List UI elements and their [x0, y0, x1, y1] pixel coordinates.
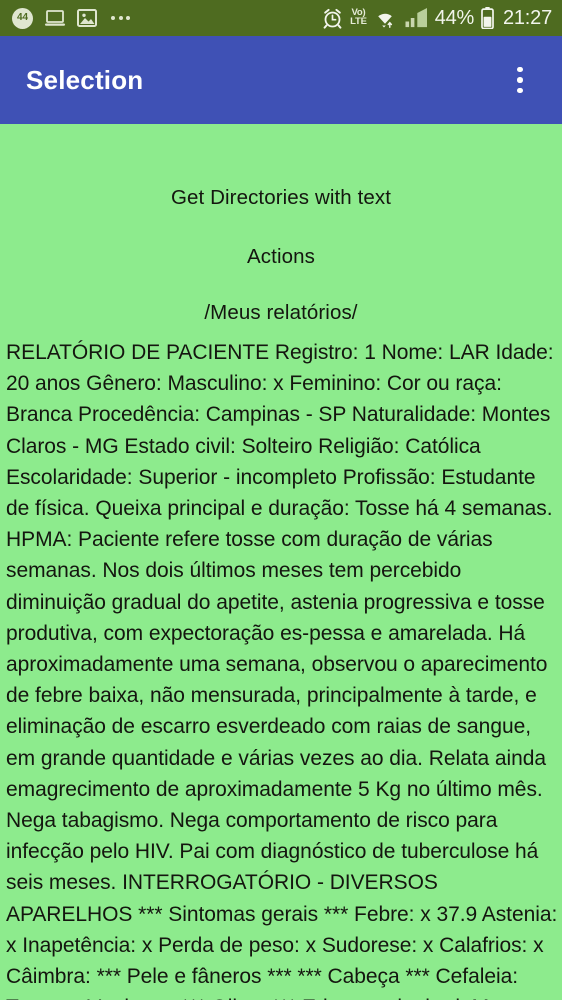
- wifi-icon: [374, 9, 398, 28]
- overflow-menu-icon[interactable]: [500, 56, 540, 104]
- actions-heading: Actions: [247, 245, 315, 268]
- image-icon: [77, 8, 97, 28]
- status-bar-left-icons: 44: [12, 7, 130, 29]
- volte-icon: Vo) LTE: [350, 8, 367, 27]
- battery-icon: [481, 7, 494, 29]
- alarm-clock-icon: [322, 8, 343, 29]
- battery-percent-label: 44%: [434, 6, 474, 29]
- app-bar: Selection: [0, 36, 562, 124]
- phone-screen: 44 Vo) LTE 44% 21:27 Selection Get Direc…: [0, 0, 562, 1000]
- content-scroll-area[interactable]: Get Directories with text Actions /Meus …: [0, 124, 562, 1000]
- volte-bottom-label: LTE: [350, 16, 367, 27]
- directory-path-label[interactable]: /Meus relatórios/: [0, 269, 562, 325]
- status-bar-right-icons: Vo) LTE 44% 21:27: [322, 7, 552, 30]
- more-dots-icon: [111, 16, 130, 20]
- clock-label: 21:27: [502, 6, 552, 29]
- page-title: Selection: [26, 64, 144, 95]
- laptop-icon: [44, 9, 66, 27]
- status-bar: 44 Vo) LTE 44% 21:27: [0, 0, 562, 36]
- patient-report-text[interactable]: RELATÓRIO DE PACIENTE Registro: 1 Nome: …: [0, 325, 562, 1000]
- get-directories-heading: Get Directories with text: [170, 186, 392, 209]
- notification-count-badge: 44: [12, 7, 33, 29]
- signal-bars-icon: [405, 8, 428, 28]
- headings-block: Get Directories with text Actions /Meus …: [0, 124, 562, 325]
